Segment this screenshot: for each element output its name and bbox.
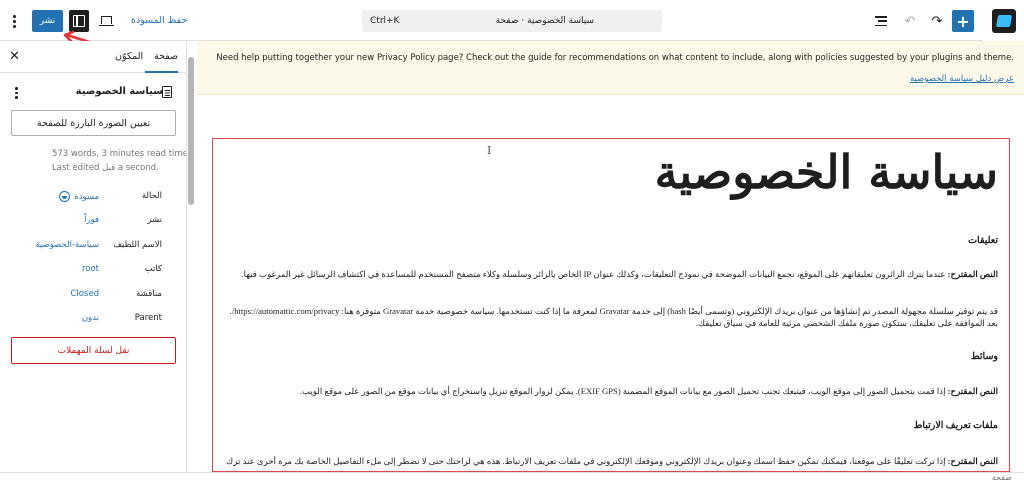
status-label: الحالة [141, 191, 162, 201]
move-to-trash-button[interactable]: نقل لسلة المهملات [11, 337, 176, 364]
text-cursor-icon: I [487, 144, 492, 157]
suggested-text-label: النص المقترح: [947, 386, 998, 396]
options-button[interactable] [9, 11, 19, 31]
notice-text: Need help putting together your new Priv… [216, 53, 1014, 63]
paragraph-comments-1[interactable]: النص المقترح: عندما يترك الزائرون تعليقا… [221, 269, 998, 281]
last-edited-text: Last edited قبل a second. [52, 163, 159, 173]
sidebar-tabs: ✕ المكوّن صفحة [0, 41, 186, 73]
redo-button[interactable]: ↷ [928, 12, 946, 30]
tab-page[interactable]: صفحة [154, 51, 178, 62]
block-inserter-button[interactable]: + [952, 10, 974, 32]
publish-row: نشر فوراً [0, 211, 186, 235]
settings-sidebar: ✕ المكوّن صفحة سياسة الخصوصية تعيين الصو… [0, 41, 187, 472]
paragraph-text: عندما يترك الزائرون تعليقاتهم على الموقع… [241, 269, 946, 279]
editor-canvas[interactable]: سياسة الخصوصية تعليقات النص المقترح: عند… [197, 95, 1024, 472]
draft-status-icon [59, 191, 71, 202]
word-count-text: 573 words, 3 minutes read time. [52, 149, 187, 159]
paragraph-cookies[interactable]: النص المقترح: إذا تركت تعليقًا على موقعن… [221, 456, 998, 468]
publish-button[interactable]: نشر [32, 10, 63, 32]
slug-row: الاسم اللطيف سياسة-الخصوصية [0, 236, 186, 260]
page-summary-header: سياسة الخصوصية [0, 85, 186, 101]
discussion-label: مناقشة [136, 288, 162, 299]
slug-value[interactable]: سياسة-الخصوصية [35, 240, 99, 250]
breadcrumb-item[interactable]: صفحة [992, 473, 1012, 482]
suggested-text-label: النص المقترح: [947, 269, 998, 279]
page-settings-rows: الحالة مسودة نشر فوراً الاسم اللطيف سياس… [0, 187, 186, 333]
post-title[interactable]: سياسة الخصوصية [655, 145, 998, 199]
page-title: سياسة الخصوصية [75, 86, 163, 97]
dot-icon [12, 19, 16, 23]
status-row: الحالة مسودة [0, 187, 186, 211]
document-title: سياسة الخصوصية · صفحة [495, 16, 594, 26]
heading-comments[interactable]: تعليقات [968, 235, 998, 248]
undo-icon: ↶ [904, 13, 916, 29]
paragraph-media[interactable]: النص المقترح: إذا قمت بتحميل الصور إلى م… [221, 386, 998, 398]
parent-label: Parent [134, 312, 162, 323]
active-tab-indicator [145, 71, 178, 73]
author-label: كاتب [144, 264, 162, 275]
paragraph-comments-2[interactable]: قد يتم توفير سلسلة مجهولة المصدر تم إنشا… [221, 306, 998, 329]
document-overview-button[interactable] [872, 12, 890, 30]
publish-label: نشر [147, 215, 162, 226]
page-icon [162, 86, 172, 98]
slug-label: الاسم اللطيف [113, 239, 162, 250]
privacy-policy-notice: Need help putting together your new Priv… [197, 41, 1024, 95]
settings-toggle-button[interactable] [69, 10, 89, 32]
set-featured-image-button[interactable]: تعيين الصورة البارزة للصفحة [11, 110, 176, 136]
close-icon[interactable]: ✕ [9, 50, 20, 63]
undo-button[interactable]: ↶ [901, 12, 919, 30]
author-row: كاتب root [0, 260, 186, 284]
status-value[interactable]: مسودة [59, 191, 99, 202]
publish-value[interactable]: فوراً [84, 215, 99, 225]
block-breadcrumb-bar: صفحة [0, 472, 1024, 486]
command-shortcut: Ctrl+K [370, 16, 400, 26]
status-value-text: مسودة [74, 191, 99, 202]
paragraph-text: إذا تركت تعليقًا على موقعنا، فيمكنك تمكي… [226, 456, 946, 466]
page-actions-button[interactable] [15, 87, 18, 99]
page-content-frame[interactable]: سياسة الخصوصية تعليقات النص المقترح: عند… [212, 138, 1010, 472]
suggested-text-label: النص المقترح: [947, 456, 998, 466]
tab-block[interactable]: المكوّن [115, 51, 143, 62]
parent-row: Parent بدون [0, 309, 186, 333]
save-draft-button[interactable]: حفظ المسودة [131, 13, 187, 27]
author-value[interactable]: root [82, 264, 99, 274]
editor-header: نشر حفظ المسودة Ctrl+K سياسة الخصوصية · … [0, 0, 1024, 41]
site-logo-icon [991, 8, 1016, 33]
sidebar-scroll-thumb[interactable] [188, 57, 194, 205]
paragraph-text: إذا قمت بتحميل الصور إلى موقع الويب، فيت… [299, 386, 946, 396]
laptop-icon [98, 16, 114, 26]
dot-icon [12, 14, 16, 18]
heading-cookies[interactable]: ملفات تعريف الارتباط [914, 420, 998, 433]
list-view-icon [875, 16, 887, 26]
redo-icon: ↷ [931, 13, 943, 29]
sidebar-panel-icon [73, 15, 85, 27]
plus-icon: + [956, 11, 970, 31]
view-button[interactable] [98, 12, 114, 28]
heading-media[interactable]: وسائط [971, 351, 998, 364]
discussion-value[interactable]: Closed [70, 289, 99, 299]
privacy-guide-link[interactable]: عرض دليل سياسة الخصوصية [910, 74, 1014, 84]
parent-value[interactable]: بدون [82, 313, 99, 323]
discussion-row: مناقشة Closed [0, 285, 186, 309]
dot-icon [12, 24, 16, 28]
site-logo-button[interactable] [983, 0, 1024, 41]
command-palette-bar[interactable]: Ctrl+K سياسة الخصوصية · صفحة [362, 10, 662, 32]
